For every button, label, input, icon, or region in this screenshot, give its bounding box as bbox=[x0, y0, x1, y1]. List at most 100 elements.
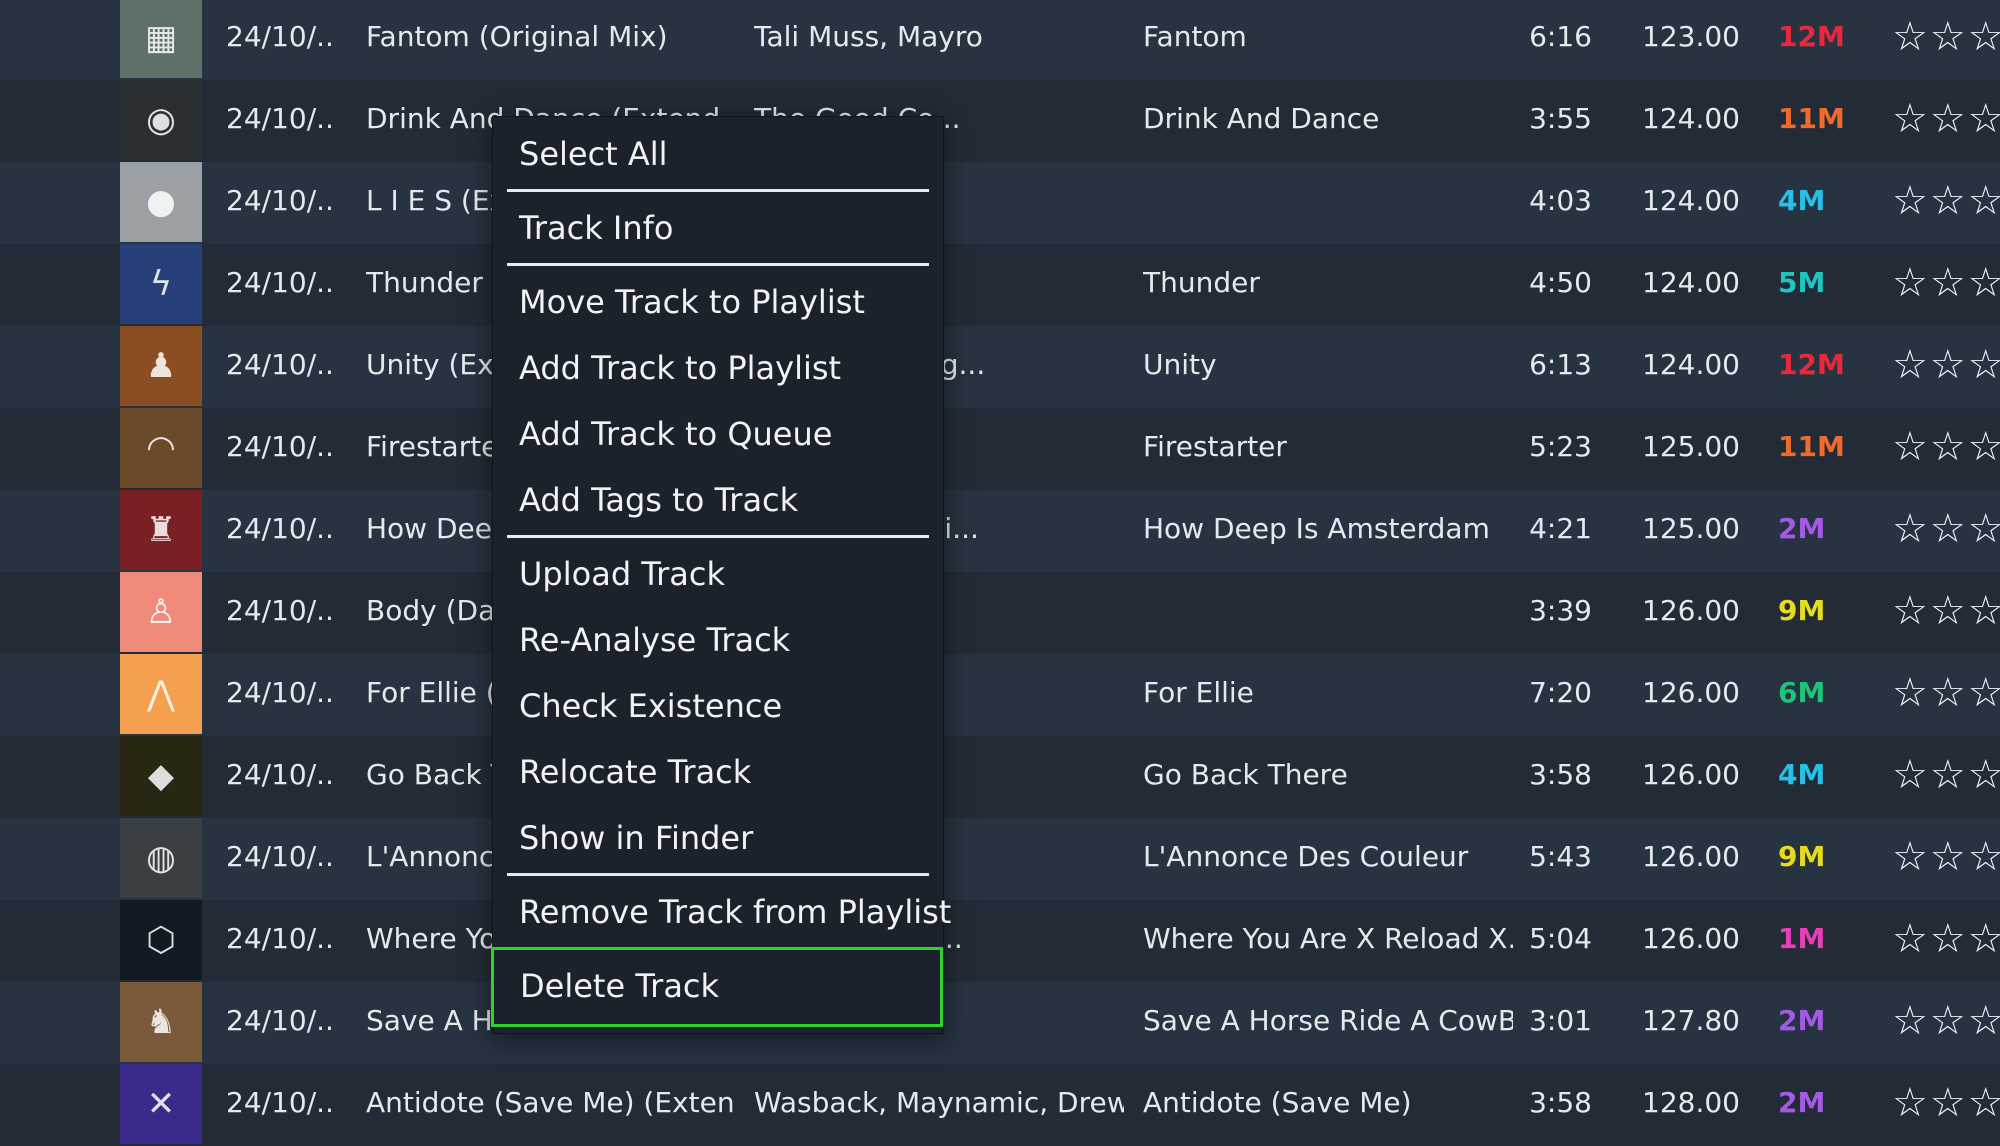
track-bpm: 124.00 bbox=[1642, 348, 1740, 381]
track-key: 6M bbox=[1778, 676, 1826, 709]
track-bpm: 126.00 bbox=[1642, 676, 1740, 709]
track-bpm: 126.00 bbox=[1642, 840, 1740, 873]
track-row[interactable]: ϟ24/10/...Thunder (Extended......DEKiThu… bbox=[0, 244, 2000, 326]
track-time: 4:21 bbox=[1529, 512, 1592, 545]
track-row[interactable]: ♜24/10/...How Deep Is Amsterdam...Mau P,… bbox=[0, 490, 2000, 572]
hat-art-icon: ◠ bbox=[120, 408, 202, 488]
track-album: Where You Are X Reload X... bbox=[1143, 922, 1513, 955]
track-key: 2M bbox=[1778, 512, 1826, 545]
track-rating-stars[interactable]: ☆☆☆ bbox=[1892, 982, 2000, 1064]
menu-re-analyse-track[interactable]: Re-Analyse Track bbox=[493, 607, 943, 673]
track-row[interactable]: ⋀24/10/...For Ellie (Extended...For Elli… bbox=[0, 654, 2000, 736]
track-rating-stars[interactable]: ☆☆☆ bbox=[1892, 326, 2000, 408]
track-bpm: 123.00 bbox=[1642, 20, 1740, 53]
track-row[interactable]: ♙24/10/...Body (Dance......Brando3:39126… bbox=[0, 572, 2000, 654]
track-key: 11M bbox=[1778, 102, 1845, 135]
track-row[interactable]: ◆ 24/10/... Go Back There Go Back There 3:58… bbox=[0, 736, 2000, 818]
track-bpm: 124.00 bbox=[1642, 184, 1740, 217]
track-album: Thunder bbox=[1143, 266, 1260, 299]
track-row[interactable]: ◍24/10/...L'Annonce Des Couleur...ornL'A… bbox=[0, 818, 2000, 900]
track-bpm: 124.00 bbox=[1642, 266, 1740, 299]
track-title: Fantom (Original Mix) bbox=[366, 20, 668, 53]
track-time: 4:50 bbox=[1529, 266, 1592, 299]
track-bpm: 124.00 bbox=[1642, 102, 1740, 135]
portrait-art-icon: ◉ bbox=[120, 80, 202, 160]
track-date: 24/10/... bbox=[226, 594, 336, 627]
menu-add-tags-to-track[interactable]: Add Tags to Track bbox=[493, 467, 943, 533]
track-time: 7:20 bbox=[1529, 676, 1592, 709]
track-album: L'Annonce Des Couleur bbox=[1143, 840, 1469, 873]
track-row[interactable]: ▦ 24/10/... Fantom (Original Mix) Tali Muss… bbox=[0, 0, 2000, 80]
track-rating-stars[interactable]: ☆☆☆ bbox=[1892, 0, 2000, 80]
menu-track-info[interactable]: Track Info bbox=[493, 195, 943, 261]
menu-separator bbox=[507, 263, 929, 266]
track-date: 24/10/... bbox=[226, 430, 336, 463]
menu-separator bbox=[507, 535, 929, 538]
track-time: 5:43 bbox=[1529, 840, 1592, 873]
track-key: 11M bbox=[1778, 430, 1845, 463]
swirl-art-icon: ◍ bbox=[120, 818, 202, 898]
track-time: 3:55 bbox=[1529, 102, 1592, 135]
track-rating-stars[interactable]: ☆☆☆ bbox=[1892, 900, 2000, 982]
track-row[interactable]: ⬡24/10/...Where You Are X Reload...ebast… bbox=[0, 900, 2000, 982]
menu-add-track-to-queue[interactable]: Add Track to Queue bbox=[493, 401, 943, 467]
track-time: 3:01 bbox=[1529, 1004, 1592, 1037]
menu-remove-track-from-playlist[interactable]: Remove Track from Playlist bbox=[493, 879, 951, 945]
statue-art-icon: ♙ bbox=[120, 572, 202, 652]
track-bpm: 125.00 bbox=[1642, 512, 1740, 545]
menu-select-all[interactable]: Select All bbox=[493, 121, 943, 187]
track-rating-stars[interactable]: ☆☆☆ bbox=[1892, 80, 2000, 162]
track-rating-stars[interactable]: ☆☆☆ bbox=[1892, 408, 2000, 490]
track-album: Antidote (Save Me) bbox=[1143, 1086, 1412, 1119]
track-album: For Ellie bbox=[1143, 676, 1254, 709]
track-rating-stars[interactable]: ☆☆☆ bbox=[1892, 736, 2000, 818]
menu-upload-track[interactable]: Upload Track bbox=[493, 541, 943, 607]
menu-delete-track[interactable]: Delete Track bbox=[491, 947, 943, 1027]
cowboys-art-icon: ♞ bbox=[120, 982, 202, 1062]
circle-art-icon: ● bbox=[120, 162, 202, 242]
track-key: 2M bbox=[1778, 1004, 1826, 1037]
figure-art-icon: ♟ bbox=[120, 326, 202, 406]
track-date: 24/10/... bbox=[226, 1004, 336, 1037]
track-key: 1M bbox=[1778, 922, 1826, 955]
track-row[interactable]: ♞24/10/...Save A Horse...met OzcanSave A… bbox=[0, 982, 2000, 1064]
track-row[interactable]: ◉24/10/...Drink And Dance (Extend...The … bbox=[0, 80, 2000, 162]
track-album: Fantom bbox=[1143, 20, 1247, 53]
track-rating-stars[interactable]: ☆☆☆ bbox=[1892, 244, 2000, 326]
track-date: 24/10/... bbox=[226, 348, 336, 381]
track-album bbox=[1143, 162, 1513, 244]
menu-relocate-track[interactable]: Relocate Track bbox=[493, 739, 943, 805]
disc-art-icon: ▦ bbox=[120, 0, 202, 78]
track-album: Unity bbox=[1143, 348, 1217, 381]
track-rating-stars[interactable]: ☆☆☆ bbox=[1892, 572, 2000, 654]
track-rating-stars[interactable]: ☆☆☆ bbox=[1892, 1064, 2000, 1146]
track-bpm: 126.00 bbox=[1642, 758, 1740, 791]
track-rating-stars[interactable]: ☆☆☆ bbox=[1892, 654, 2000, 736]
menu-add-track-to-playlist[interactable]: Add Track to Playlist bbox=[493, 335, 943, 401]
track-rating-stars[interactable]: ☆☆☆ bbox=[1892, 818, 2000, 900]
x-logo-art-icon: ✕ bbox=[120, 1064, 202, 1144]
track-album: Save A Horse Ride A CowB... bbox=[1143, 1004, 1513, 1037]
track-row[interactable]: ♟24/10/...Unity (Extended Mix)...er Pand… bbox=[0, 326, 2000, 408]
menu-show-in-finder[interactable]: Show in Finder bbox=[493, 805, 943, 871]
track-time: 6:13 bbox=[1529, 348, 1592, 381]
menu-move-track-to-playlist[interactable]: Move Track to Playlist bbox=[493, 269, 943, 335]
lightning-art-icon: ϟ bbox=[120, 244, 202, 324]
track-key: 4M bbox=[1778, 758, 1826, 791]
track-key: 4M bbox=[1778, 184, 1826, 217]
track-row[interactable]: ◠24/10/...Firestarter (Extended......oFi… bbox=[0, 408, 2000, 490]
track-key: 12M bbox=[1778, 20, 1845, 53]
monogram-art-icon: ⬡ bbox=[120, 900, 202, 980]
cube-art-icon: ◆ bbox=[120, 736, 202, 816]
track-rating-stars[interactable]: ☆☆☆ bbox=[1892, 490, 2000, 572]
track-album: Drink And Dance bbox=[1143, 102, 1380, 135]
track-date: 24/10/... bbox=[226, 266, 336, 299]
menu-check-existence[interactable]: Check Existence bbox=[493, 673, 943, 739]
track-row[interactable]: ●24/10/...L I E S (Ex......EAM4:03124.00… bbox=[0, 162, 2000, 244]
track-time: 3:58 bbox=[1529, 758, 1592, 791]
context-menu: Select All Track Info Move Track to Playli… bbox=[491, 116, 951, 1034]
track-date: 24/10/... bbox=[226, 840, 336, 873]
track-date: 24/10/... bbox=[226, 102, 336, 135]
track-row[interactable]: ✕ 24/10/... Antidote (Save Me) (Extend... W… bbox=[0, 1064, 2000, 1146]
track-rating-stars[interactable]: ☆☆☆ bbox=[1892, 162, 2000, 244]
